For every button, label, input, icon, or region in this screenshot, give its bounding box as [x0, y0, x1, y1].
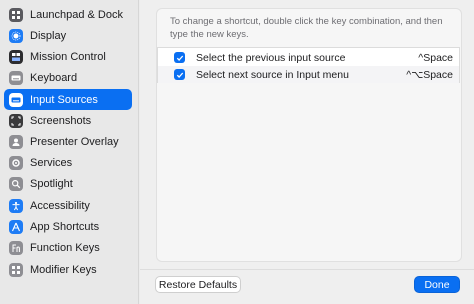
sidebar-item-label: Presenter Overlay — [30, 135, 119, 148]
checkmark-icon — [176, 55, 183, 61]
sidebar-item-label: Mission Control — [30, 50, 106, 63]
services-icon — [9, 155, 23, 170]
spotlight-icon — [9, 176, 23, 191]
sidebar-item-modifier-keys[interactable]: Modifier Keys — [4, 259, 132, 280]
shortcut-label: Select next source in Input menu — [196, 68, 349, 81]
sidebar-item-input-sources[interactable]: Input Sources — [4, 89, 132, 110]
sidebar-item-label: Launchpad & Dock — [30, 8, 123, 21]
shortcuts-table: Select the previous input source ^Space … — [157, 47, 460, 83]
keyboard-icon — [9, 70, 23, 85]
done-button[interactable]: Done — [414, 276, 460, 293]
checkmark-icon — [176, 72, 183, 78]
sidebar-item-display[interactable]: Display — [4, 25, 132, 46]
sidebar-item-presenter-overlay[interactable]: Presenter Overlay — [4, 131, 132, 152]
sidebar-item-label: Input Sources — [30, 93, 98, 106]
sidebar-item-label: Spotlight — [30, 177, 73, 190]
screenshots-icon — [9, 113, 23, 128]
input-sources-icon — [9, 92, 23, 107]
sidebar-item-launchpad-dock[interactable]: Launchpad & Dock — [4, 4, 132, 25]
sidebar-item-label: Keyboard — [30, 71, 78, 84]
app-shortcuts-icon — [9, 219, 23, 234]
sidebar-item-spotlight[interactable]: Spotlight — [4, 173, 132, 194]
presenter-overlay-icon — [9, 134, 23, 149]
sidebar-item-label: App Shortcuts — [30, 220, 100, 233]
function-keys-icon — [9, 240, 23, 255]
shortcut-key[interactable]: ^⌥Space — [406, 69, 453, 81]
sidebar-item-services[interactable]: Services — [4, 152, 132, 173]
restore-defaults-button[interactable]: Restore Defaults — [155, 276, 241, 293]
sidebar: Launchpad & Dock Display Mission Control… — [0, 0, 139, 304]
sidebar-item-screenshots[interactable]: Screenshots — [4, 110, 132, 131]
sidebar-item-label: Modifier Keys — [30, 263, 97, 276]
sidebar-item-mission-control[interactable]: Mission Control — [4, 46, 132, 67]
sidebar-item-app-shortcuts[interactable]: App Shortcuts — [4, 216, 132, 237]
sidebar-item-label: Services — [30, 156, 73, 169]
shortcut-label: Select the previous input source — [196, 51, 346, 64]
sidebar-item-label: Function Keys — [30, 241, 100, 254]
shortcut-key[interactable]: ^Space — [418, 52, 453, 64]
footer-divider — [140, 269, 474, 270]
sidebar-item-label: Accessibility — [30, 199, 90, 212]
mission-control-icon — [9, 49, 23, 64]
table-row[interactable]: Select the previous input source ^Space — [158, 49, 459, 66]
launchpad-icon — [9, 7, 23, 22]
shortcut-checkbox[interactable] — [174, 69, 185, 80]
shortcut-checkbox[interactable] — [174, 52, 185, 63]
display-icon — [9, 28, 23, 43]
table-row[interactable]: Select next source in Input menu ^⌥Space — [158, 66, 459, 83]
modifier-keys-icon — [9, 262, 23, 277]
sidebar-item-function-keys[interactable]: Function Keys — [4, 237, 132, 258]
accessibility-icon — [9, 198, 23, 213]
sidebar-item-label: Display — [30, 29, 67, 42]
sidebar-item-accessibility[interactable]: Accessibility — [4, 195, 132, 216]
instructions-text: To change a shortcut, double click the k… — [170, 16, 443, 40]
sidebar-item-label: Screenshots — [30, 114, 92, 127]
sidebar-item-keyboard[interactable]: Keyboard — [4, 67, 132, 88]
